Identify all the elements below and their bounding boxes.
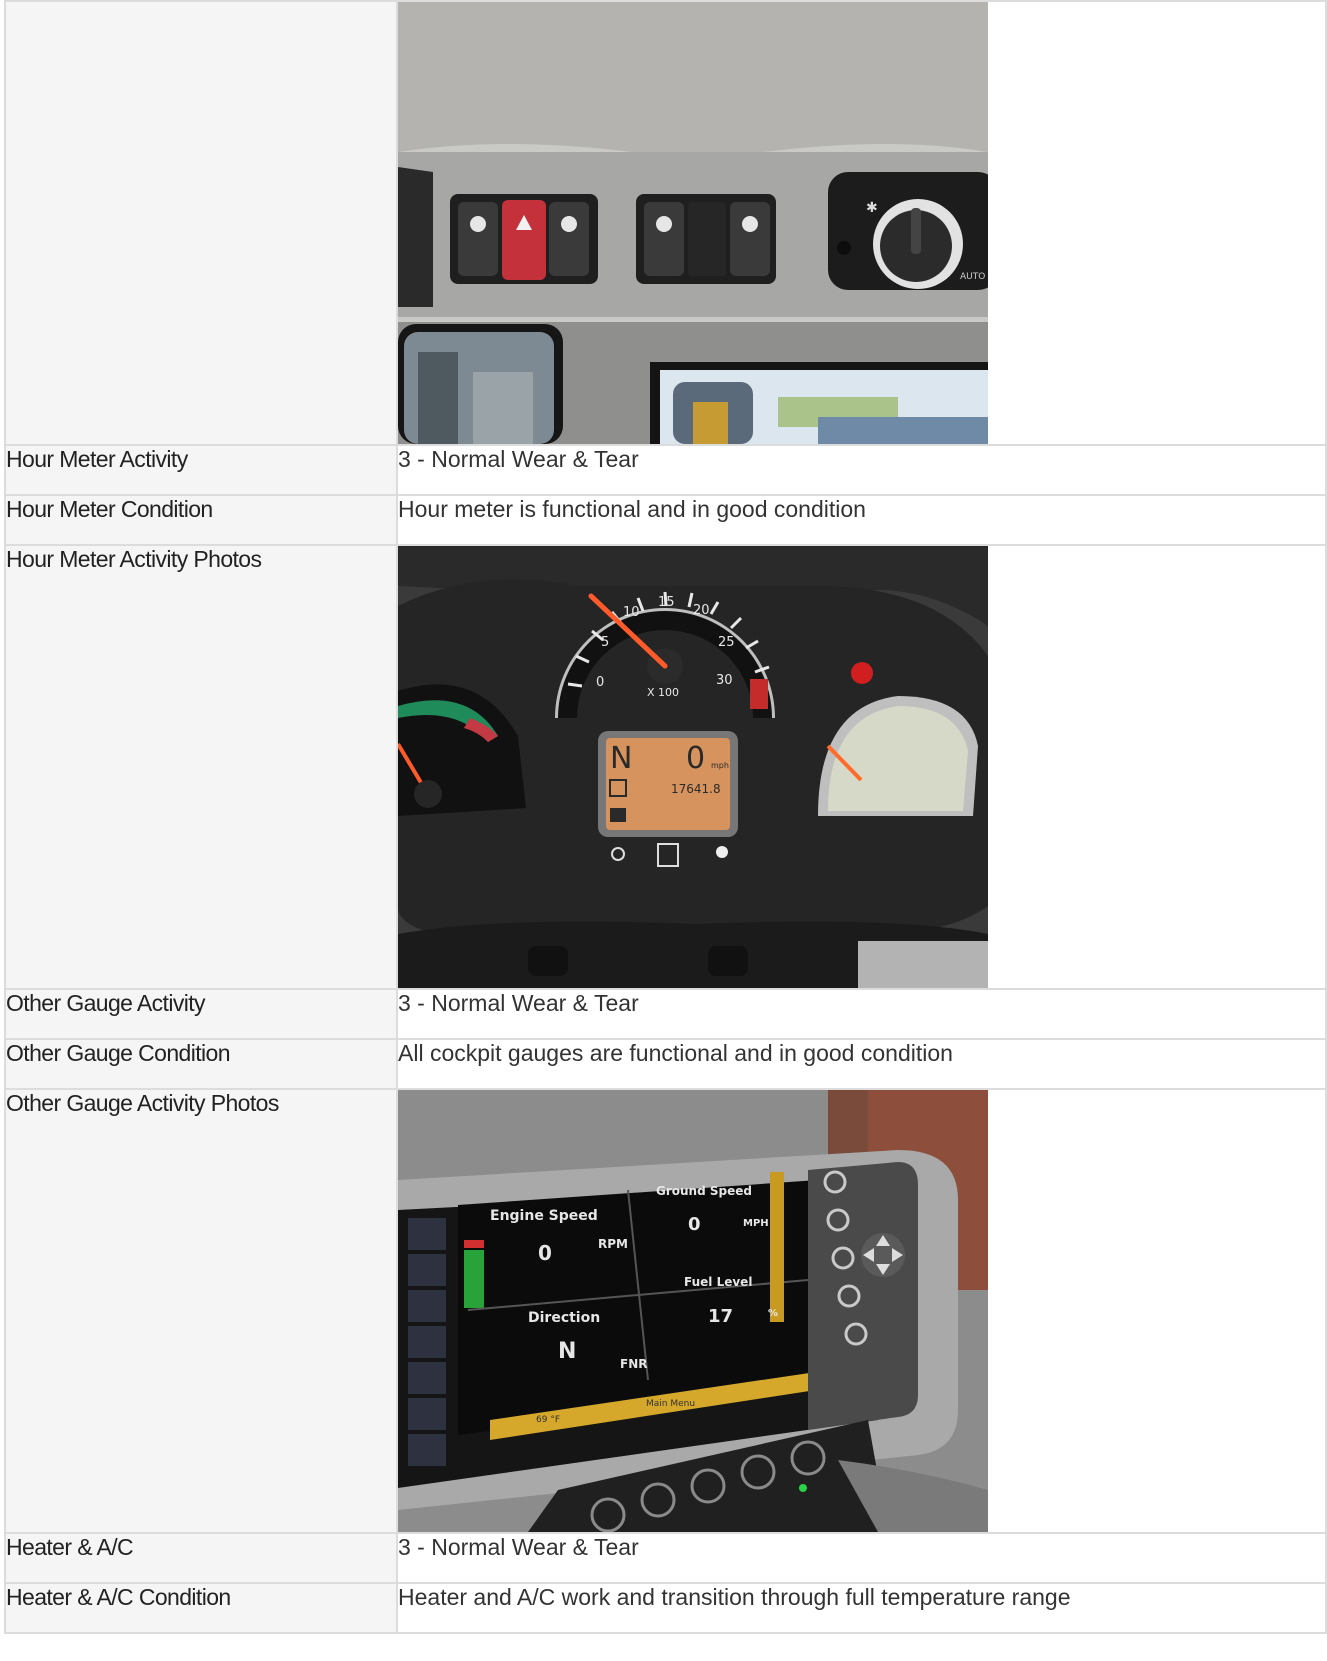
svg-text:0: 0 xyxy=(686,741,705,776)
row-label-cell: Other Gauge Condition xyxy=(4,1038,398,1090)
row-label-cell: Hour Meter Activity Photos xyxy=(4,544,398,990)
svg-text:N: N xyxy=(558,1339,576,1364)
row-label: Hour Meter Condition xyxy=(6,496,213,522)
svg-text:Engine Speed: Engine Speed xyxy=(490,1208,598,1224)
row-value-cell: Hour meter is functional and in good con… xyxy=(396,494,1327,546)
svg-text:10: 10 xyxy=(623,605,640,620)
table-row: ✱ AUTO xyxy=(4,0,1327,446)
row-value-cell: 3 - Normal Wear & Tear xyxy=(396,1532,1327,1584)
row-value-cell: All cockpit gauges are functional and in… xyxy=(396,1038,1327,1090)
svg-text:5: 5 xyxy=(601,635,609,650)
row-value-cell: Heater and A/C work and transition throu… xyxy=(396,1582,1327,1634)
table-row: Hour Meter Activity Photos 0 5 10 15 20 … xyxy=(4,544,1327,990)
svg-text:30: 30 xyxy=(716,673,733,688)
svg-text:69 °F: 69 °F xyxy=(536,1415,560,1425)
svg-text:17641.8: 17641.8 xyxy=(671,782,721,796)
row-value: 3 - Normal Wear & Tear xyxy=(398,990,639,1016)
photo-cell: Engine Speed 0 RPM Ground Speed 0 MPH Di… xyxy=(396,1088,1327,1534)
row-value: 3 - Normal Wear & Tear xyxy=(398,1534,639,1560)
table-row: Heater & A/C Condition Heater and A/C wo… xyxy=(4,1582,1327,1634)
row-value-cell: 3 - Normal Wear & Tear xyxy=(396,988,1327,1040)
svg-text:✱: ✱ xyxy=(866,200,878,216)
row-value: 3 - Normal Wear & Tear xyxy=(398,446,639,472)
svg-text:Ground Speed: Ground Speed xyxy=(656,1184,752,1198)
row-label: Heater & A/C Condition xyxy=(6,1584,231,1610)
instrument-cluster-photo[interactable]: 0 5 10 15 20 25 30 X 100 N 0 mph 17641.8 xyxy=(398,546,988,988)
row-label-cell: Hour Meter Activity xyxy=(4,444,398,496)
photo-cell: 0 5 10 15 20 25 30 X 100 N 0 mph 17641.8 xyxy=(396,544,1327,990)
svg-text:Main Menu: Main Menu xyxy=(646,1399,695,1409)
row-label: Hour Meter Activity Photos xyxy=(6,546,262,572)
row-value: Hour meter is functional and in good con… xyxy=(398,496,866,522)
row-label: Heater & A/C xyxy=(6,1534,134,1560)
table-row: Other Gauge Activity Photos Engine Speed… xyxy=(4,1088,1327,1534)
row-value-cell: 3 - Normal Wear & Tear xyxy=(396,444,1327,496)
svg-text:0: 0 xyxy=(688,1214,701,1235)
table-row: Hour Meter Activity 3 - Normal Wear & Te… xyxy=(4,444,1327,496)
svg-text:15: 15 xyxy=(658,595,675,610)
row-label-cell: Other Gauge Activity Photos xyxy=(4,1088,398,1534)
row-value: All cockpit gauges are functional and in… xyxy=(398,1040,953,1066)
row-label-cell: Heater & A/C xyxy=(4,1532,398,1584)
row-label-cell: Heater & A/C Condition xyxy=(4,1582,398,1634)
svg-text:Direction: Direction xyxy=(528,1310,600,1326)
table-row: Other Gauge Condition All cockpit gauges… xyxy=(4,1038,1327,1090)
table-row: Heater & A/C 3 - Normal Wear & Tear xyxy=(4,1532,1327,1584)
svg-text:0: 0 xyxy=(538,1241,552,1265)
row-label: Other Gauge Activity xyxy=(6,990,206,1016)
svg-text:0: 0 xyxy=(596,675,604,690)
svg-text:Fuel Level: Fuel Level xyxy=(684,1275,752,1289)
svg-text:AUTO: AUTO xyxy=(960,272,985,282)
svg-text:X 100: X 100 xyxy=(647,686,679,699)
row-value: Heater and A/C work and transition throu… xyxy=(398,1584,1071,1610)
svg-text:FNR: FNR xyxy=(620,1357,647,1371)
svg-text:17: 17 xyxy=(708,1306,733,1327)
display-monitor-photo[interactable]: Engine Speed 0 RPM Ground Speed 0 MPH Di… xyxy=(398,1090,988,1532)
inspection-report-table: ✱ AUTO Hour Meter Activity 3 - Normal We… xyxy=(4,0,1327,1634)
row-label-cell xyxy=(4,0,398,446)
photo-cell: ✱ AUTO xyxy=(396,0,1327,446)
svg-text:RPM: RPM xyxy=(598,1237,628,1251)
row-label: Other Gauge Condition xyxy=(6,1040,231,1066)
table-row: Other Gauge Activity 3 - Normal Wear & T… xyxy=(4,988,1327,1040)
row-label-cell: Hour Meter Condition xyxy=(4,494,398,546)
cab-overhead-switch-panel-photo[interactable]: ✱ AUTO xyxy=(398,2,988,444)
row-label: Other Gauge Activity Photos xyxy=(6,1090,279,1116)
table-row: Hour Meter Condition Hour meter is funct… xyxy=(4,494,1327,546)
svg-text:25: 25 xyxy=(718,635,735,650)
svg-text:N: N xyxy=(610,741,632,776)
svg-text:mph: mph xyxy=(711,761,729,770)
svg-text:%: % xyxy=(768,1308,778,1319)
row-label-cell: Other Gauge Activity xyxy=(4,988,398,1040)
svg-text:20: 20 xyxy=(693,603,710,618)
svg-text:MPH: MPH xyxy=(743,1218,769,1229)
row-label: Hour Meter Activity xyxy=(6,446,188,472)
